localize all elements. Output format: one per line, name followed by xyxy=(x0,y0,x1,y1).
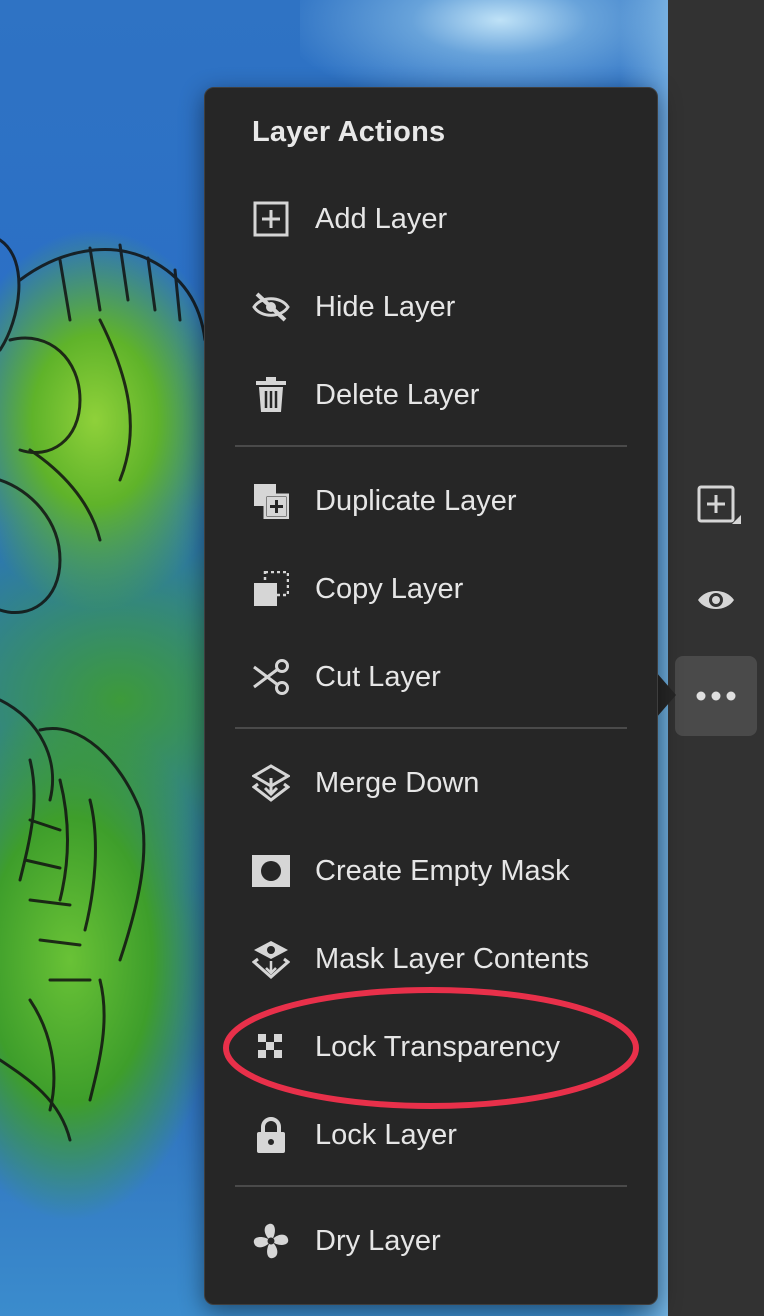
menu-item-copy-layer[interactable]: Copy Layer xyxy=(205,545,657,633)
menu-item-label: Cut Layer xyxy=(315,660,441,693)
menu-item-mask-layer-contents[interactable]: Mask Layer Contents xyxy=(205,915,657,1003)
layer-actions-menu: Layer Actions Add Layer Hide Layer Delet… xyxy=(204,87,658,1305)
menu-item-dry-layer[interactable]: Dry Layer xyxy=(205,1197,657,1285)
submenu-corner-indicator xyxy=(732,515,741,524)
add-layer-icon xyxy=(697,485,735,523)
turtle-sketch xyxy=(0,238,207,1142)
fan-icon xyxy=(251,1221,291,1261)
menu-item-label: Add Layer xyxy=(315,202,448,235)
menu-item-hide-layer[interactable]: Hide Layer xyxy=(205,263,657,351)
menu-item-label: Hide Layer xyxy=(315,290,456,323)
menu-item-label: Lock Transparency xyxy=(315,1030,561,1063)
more-actions-button[interactable] xyxy=(675,656,757,736)
menu-item-cut-layer[interactable]: Cut Layer xyxy=(205,633,657,721)
popover-pointer xyxy=(656,672,676,718)
menu-item-label: Create Empty Mask xyxy=(315,854,570,887)
trash-icon xyxy=(251,375,291,415)
mask-contents-icon xyxy=(251,939,291,979)
layers-toolbar xyxy=(668,0,764,1316)
more-icon xyxy=(696,691,736,701)
menu-item-add-layer[interactable]: Add Layer xyxy=(205,175,657,263)
menu-item-label: Merge Down xyxy=(315,766,480,799)
menu-item-label: Delete Layer xyxy=(315,378,480,411)
mask-icon xyxy=(251,851,291,891)
menu-item-label: Dry Layer xyxy=(315,1224,441,1257)
menu-item-create-empty-mask[interactable]: Create Empty Mask xyxy=(205,827,657,915)
copy-icon xyxy=(251,569,291,609)
scissors-icon xyxy=(251,657,291,697)
merge-down-icon xyxy=(251,763,291,803)
duplicate-icon xyxy=(251,481,291,521)
menu-item-label: Mask Layer Contents xyxy=(315,942,590,975)
eye-icon xyxy=(698,591,734,609)
menu-item-label: Lock Layer xyxy=(315,1118,457,1151)
menu-divider xyxy=(235,1185,627,1187)
add-layer-button[interactable] xyxy=(675,464,757,544)
menu-item-delete-layer[interactable]: Delete Layer xyxy=(205,351,657,439)
visibility-button[interactable] xyxy=(675,560,757,640)
add-layer-icon xyxy=(251,199,291,239)
checkerboard-icon xyxy=(251,1027,291,1067)
menu-item-duplicate-layer[interactable]: Duplicate Layer xyxy=(205,457,657,545)
menu-item-label: Copy Layer xyxy=(315,572,464,605)
menu-item-lock-layer[interactable]: Lock Layer xyxy=(205,1091,657,1179)
menu-title: Layer Actions xyxy=(252,116,446,148)
menu-item-label: Duplicate Layer xyxy=(315,484,517,517)
menu-item-lock-transparency[interactable]: Lock Transparency xyxy=(205,1003,657,1091)
hide-icon xyxy=(251,287,291,327)
lock-icon xyxy=(251,1115,291,1155)
menu-divider xyxy=(235,727,627,729)
menu-divider xyxy=(235,445,627,447)
menu-item-merge-down[interactable]: Merge Down xyxy=(205,739,657,827)
